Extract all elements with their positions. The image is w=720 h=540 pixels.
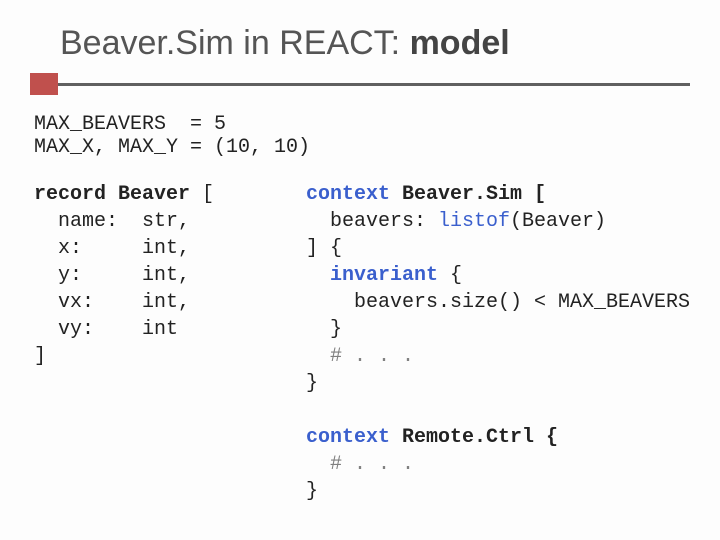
invariant-open: { xyxy=(438,264,462,287)
record-fields: name: str, x: int, y: int, vx: int, vy: … xyxy=(34,210,190,341)
accent-block xyxy=(30,73,58,95)
kw-record: record xyxy=(34,183,106,206)
code-columns: record Beaver [ name: str, x: int, y: in… xyxy=(34,181,690,505)
title-bold: model xyxy=(410,24,510,62)
ctx1-ellipsis-hash: # xyxy=(306,345,354,368)
ctx1-field-key: beavers: xyxy=(306,210,438,233)
ctx1-close: } xyxy=(306,372,318,395)
kw-invariant: invariant xyxy=(330,264,438,287)
kw-context-2: context xyxy=(306,426,390,449)
kw-listof: listof xyxy=(438,210,510,233)
ctx1-open: Beaver.Sim [ xyxy=(390,183,546,206)
title-prefix: Beaver.Sim in REACT: xyxy=(60,24,410,62)
ctx1-head-close: ] { xyxy=(306,237,342,260)
left-column: record Beaver [ name: str, x: int, y: in… xyxy=(34,181,292,505)
record-open: [ xyxy=(190,183,214,206)
ctx2-ellipsis-dots: . . . xyxy=(354,453,414,476)
record-close: ] xyxy=(34,345,46,368)
listof-arg: (Beaver) xyxy=(510,210,606,233)
title-rule xyxy=(30,73,690,95)
constants-block: MAX_BEAVERS = 5 MAX_X, MAX_Y = (10, 10) xyxy=(34,113,690,159)
invariant-body: beavers.size() < MAX_BEAVERS xyxy=(306,291,690,314)
ctx2-open: Remote.Ctrl { xyxy=(390,426,558,449)
ctx2-ellipsis-hash: # xyxy=(306,453,354,476)
ctx1-ellipsis-dots: . . . xyxy=(354,345,414,368)
right-column: context Beaver.Sim [ beavers: listof(Bea… xyxy=(306,181,690,505)
record-name: Beaver xyxy=(118,183,190,206)
invariant-close: } xyxy=(306,318,342,341)
slide-title: Beaver.Sim in REACT: model xyxy=(60,24,690,63)
slide: Beaver.Sim in REACT: model MAX_BEAVERS =… xyxy=(0,0,720,540)
horizontal-rule xyxy=(58,83,690,86)
ctx2-close: } xyxy=(306,480,318,503)
kw-context-1: context xyxy=(306,183,390,206)
